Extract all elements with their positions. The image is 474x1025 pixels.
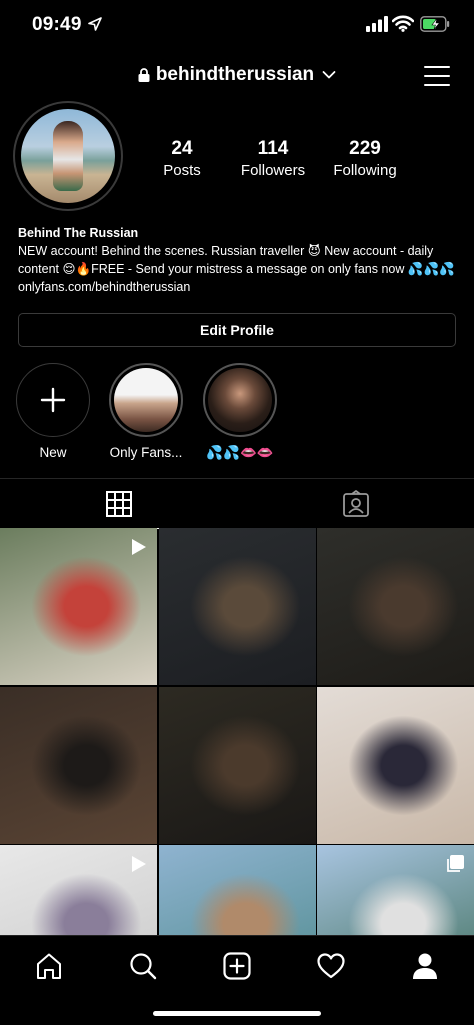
- posts-count[interactable]: 24 Posts: [132, 138, 232, 179]
- signal-icon: [366, 16, 388, 32]
- post-grid: [0, 528, 474, 935]
- bio-link[interactable]: onlyfans.com/behindtherussian: [18, 278, 458, 296]
- nav-search[interactable]: [123, 946, 163, 986]
- followers-label: Followers: [240, 162, 306, 179]
- profile-bio: Behind The Russian NEW account! Behind t…: [18, 224, 458, 296]
- status-bar: 09:49: [0, 0, 474, 52]
- post-thumbnail[interactable]: [158, 686, 316, 844]
- post-thumbnail[interactable]: [158, 845, 316, 935]
- story-highlights: New Only Fans... 💦💦👄👄: [0, 363, 474, 463]
- username: behindtherussian: [155, 64, 315, 85]
- search-icon: [130, 953, 157, 980]
- highlight-emoji[interactable]: 💦💦👄👄: [190, 363, 290, 461]
- profile-name: Behind The Russian: [18, 226, 139, 240]
- post-thumbnail[interactable]: [317, 845, 474, 935]
- account-switcher[interactable]: behindtherussian: [0, 64, 474, 86]
- tagged-icon: [342, 490, 369, 517]
- grid-icon: [105, 490, 132, 517]
- highlight-label: Only Fans...: [109, 445, 183, 460]
- profile-header: behindtherussian: [0, 52, 474, 100]
- edit-profile-button[interactable]: Edit Profile: [18, 313, 456, 347]
- nav-activity[interactable]: [311, 946, 351, 986]
- tab-grid[interactable]: [0, 479, 237, 529]
- avatar-figure: [53, 121, 83, 191]
- post-thumbnail[interactable]: [158, 528, 316, 685]
- post-thumbnail[interactable]: [0, 845, 157, 935]
- posts-label: Posts: [163, 162, 201, 179]
- highlight-cover: [109, 363, 183, 437]
- lock-icon: [138, 68, 150, 82]
- post-thumbnail[interactable]: [317, 686, 474, 844]
- nav-profile[interactable]: [405, 946, 445, 986]
- posts-value: 24: [171, 138, 193, 159]
- status-time: 09:49: [32, 14, 82, 35]
- post-thumbnail[interactable]: [0, 686, 157, 844]
- video-icon: [132, 539, 146, 555]
- post-thumbnail[interactable]: [0, 528, 157, 685]
- chevron-down-icon: [322, 71, 336, 79]
- tab-tagged[interactable]: [237, 479, 474, 529]
- highlight-cover: [203, 363, 277, 437]
- profile-tabs: [0, 478, 474, 529]
- highlight-cover-image: [208, 368, 272, 432]
- home-icon: [37, 953, 61, 979]
- wifi-icon: [392, 15, 414, 32]
- battery-icon: [420, 16, 450, 32]
- plus-icon: [40, 387, 66, 413]
- profile-avatar[interactable]: [13, 101, 123, 211]
- highlight-new-circle: [16, 363, 90, 437]
- following-value: 229: [349, 138, 381, 159]
- followers-count[interactable]: 114 Followers: [223, 138, 323, 179]
- menu-icon[interactable]: [424, 64, 450, 88]
- post-thumbnail[interactable]: [317, 528, 474, 685]
- following-label: Following: [333, 162, 397, 179]
- profile-icon: [413, 953, 437, 979]
- location-arrow-icon: [88, 17, 102, 31]
- highlight-label: 💦💦👄👄: [206, 445, 274, 460]
- highlight-cover-image: [114, 368, 178, 432]
- carousel-icon: [447, 855, 464, 872]
- highlight-only-fans[interactable]: Only Fans...: [96, 363, 196, 460]
- nav-new-post[interactable]: [217, 946, 257, 986]
- avatar-image: [21, 109, 115, 203]
- home-indicator: [153, 1011, 321, 1016]
- video-icon: [132, 856, 146, 872]
- highlight-new[interactable]: New: [3, 363, 103, 460]
- bio-text: NEW account! Behind the scenes. Russian …: [18, 244, 455, 276]
- nav-home[interactable]: [29, 946, 69, 986]
- activity-heart-icon: [317, 953, 345, 979]
- new-post-icon: [223, 952, 251, 980]
- followers-value: 114: [257, 138, 289, 159]
- highlight-label: New: [39, 445, 67, 460]
- following-count[interactable]: 229 Following: [315, 138, 415, 179]
